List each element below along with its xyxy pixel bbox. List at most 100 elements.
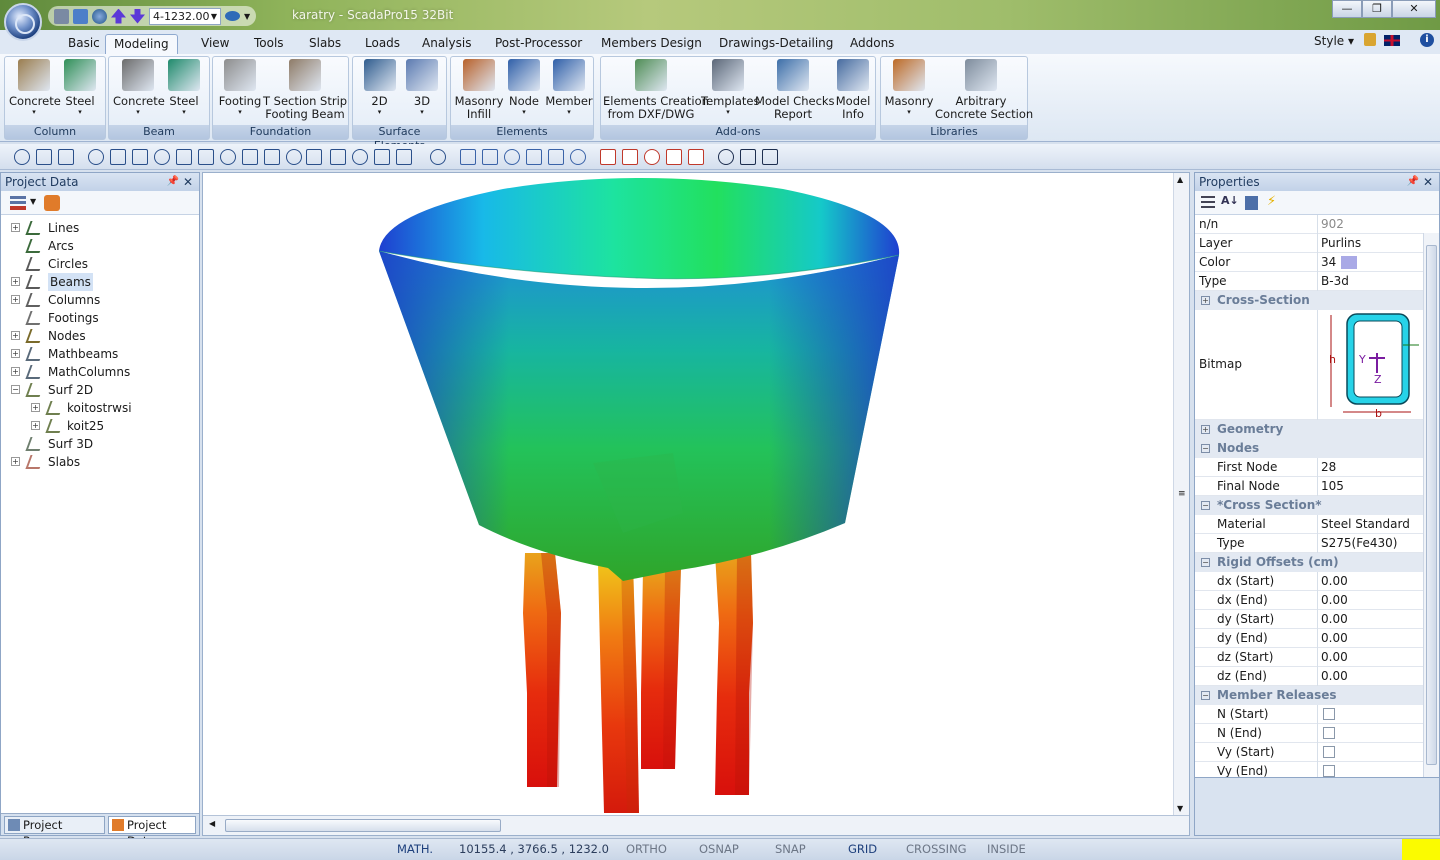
property-row-dx-end-[interactable]: dx (End) 0.00 xyxy=(1195,591,1423,610)
pencil-icon[interactable] xyxy=(430,149,446,165)
property-row-color[interactable]: Color 34 xyxy=(1195,253,1423,272)
status-toggle-grid[interactable]: GRID xyxy=(848,839,877,859)
circle-icon[interactable] xyxy=(110,149,126,165)
close-icon[interactable]: ✕ xyxy=(1423,173,1433,191)
status-toggle-osnap[interactable]: OSNAP xyxy=(699,839,739,859)
check-icon[interactable] xyxy=(600,149,616,165)
concrete-button[interactable]: Concrete ▾ xyxy=(113,59,165,116)
steel-button[interactable]: Steel ▾ xyxy=(59,59,101,116)
property-row-final-node[interactable]: Final Node 105 xyxy=(1195,477,1423,496)
polygon-icon[interactable] xyxy=(286,149,302,165)
property-row-material[interactable]: Material Steel Standard xyxy=(1195,515,1423,534)
polyline-icon[interactable] xyxy=(36,149,52,165)
expand-icon[interactable]: + xyxy=(11,331,20,340)
cancel-icon[interactable] xyxy=(762,149,778,165)
property-row-dz-end-[interactable]: dz (End) 0.00 xyxy=(1195,667,1423,686)
expand-icon[interactable]: + xyxy=(1201,425,1210,434)
t-section-strip-footing-beam-button[interactable]: T Section Strip Footing Beam xyxy=(263,59,347,121)
trim-icon[interactable] xyxy=(242,149,258,165)
tree-item-koitostrwsi[interactable]: + koitostrwsi xyxy=(1,399,197,417)
expand-icon[interactable]: + xyxy=(31,403,40,412)
model-checks-report-button[interactable]: Model Checks Report xyxy=(755,59,835,121)
property-pages-icon[interactable] xyxy=(1245,196,1258,210)
parallel-icon[interactable] xyxy=(220,149,236,165)
tab-drawings-detailing[interactable]: Drawings-Detailing xyxy=(711,34,841,54)
expand-icon[interactable]: + xyxy=(31,421,40,430)
close-icon[interactable]: ✕ xyxy=(183,173,193,191)
line-icon[interactable] xyxy=(14,149,30,165)
level-combo[interactable]: 4-1232.00 ▼ xyxy=(149,7,221,25)
expand-icon[interactable]: + xyxy=(11,457,20,466)
elements-creation-from-dxf-dwg-button[interactable]: Elements Creation from DXF/DWG xyxy=(603,59,709,121)
tree-item-mathbeams[interactable]: + Mathbeams xyxy=(1,345,197,363)
minimize-button[interactable]: — xyxy=(1332,0,1362,18)
collapse-icon[interactable]: − xyxy=(1201,444,1210,453)
status-toggle-inside[interactable]: INSIDE xyxy=(987,839,1026,859)
property-value[interactable]: 0.00 xyxy=(1321,591,1348,609)
tab-basic[interactable]: Basic xyxy=(60,34,108,54)
zoom-in-icon[interactable] xyxy=(482,149,498,165)
extend-icon[interactable] xyxy=(264,149,280,165)
expand-icon[interactable]: + xyxy=(11,367,20,376)
category-geometry[interactable]: + Geometry xyxy=(1195,420,1423,439)
target-icon[interactable] xyxy=(132,149,148,165)
property-value[interactable]: 28 xyxy=(1321,458,1336,476)
tree-item-footings[interactable]: Footings xyxy=(1,309,197,327)
tab-loads[interactable]: Loads xyxy=(357,34,408,54)
expand-icon[interactable]: + xyxy=(1201,296,1210,305)
expand-icon[interactable]: + xyxy=(11,223,20,232)
category--cross-section-[interactable]: − *Cross Section* xyxy=(1195,496,1423,515)
property-value[interactable]: 902 xyxy=(1321,215,1344,233)
abs-icon[interactable] xyxy=(306,149,322,165)
vertical-scrollbar[interactable]: ▲ ≡ ▼ xyxy=(1173,173,1189,815)
rel-icon[interactable] xyxy=(330,149,346,165)
property-value[interactable]: B-3d xyxy=(1321,272,1349,290)
tab-project-data[interactable]: Project Data xyxy=(108,816,196,848)
node-button[interactable]: Node ▾ xyxy=(505,59,543,116)
2d-button[interactable]: 2D ▾ xyxy=(357,59,402,116)
style-menu[interactable]: Style ▾ xyxy=(1314,34,1354,48)
expand-icon[interactable]: + xyxy=(11,349,20,358)
info-icon[interactable]: i xyxy=(1420,33,1434,47)
property-row-dy-start-[interactable]: dy (Start) 0.00 xyxy=(1195,610,1423,629)
zoom-plus-icon[interactable] xyxy=(526,149,542,165)
category-rigid-offsets-cm-[interactable]: − Rigid Offsets (cm) xyxy=(1195,553,1423,572)
tab-analysis[interactable]: Analysis xyxy=(414,34,479,54)
member-button[interactable]: Member ▾ xyxy=(545,59,593,116)
collapse-icon[interactable]: − xyxy=(1201,501,1210,510)
property-value[interactable]: 105 xyxy=(1321,477,1344,495)
checkbox-icon[interactable] xyxy=(644,149,660,165)
delete-line-icon[interactable] xyxy=(374,149,390,165)
tree-item-mathcolumns[interactable]: + MathColumns xyxy=(1,363,197,381)
zoom-out-icon[interactable] xyxy=(548,149,564,165)
category-nodes[interactable]: − Nodes xyxy=(1195,439,1423,458)
concrete-button[interactable]: Concrete ▾ xyxy=(9,59,61,116)
refresh-icon[interactable] xyxy=(44,195,60,211)
release-checkbox[interactable] xyxy=(1323,746,1335,758)
zoom-window-icon[interactable] xyxy=(460,149,476,165)
grid-icon[interactable] xyxy=(688,149,704,165)
property-row-first-node[interactable]: First Node 28 xyxy=(1195,458,1423,477)
tab-addons[interactable]: Addons xyxy=(842,34,902,54)
arc-icon[interactable] xyxy=(58,149,74,165)
arbitrary-concrete-section-button[interactable]: Arbitrary Concrete Section xyxy=(935,59,1033,121)
scroll-thumb[interactable] xyxy=(225,819,501,832)
offset-icon[interactable] xyxy=(198,149,214,165)
horizontal-scrollbar[interactable]: ◀ xyxy=(203,815,1189,835)
chevron-down-icon[interactable]: ▼ xyxy=(30,197,36,206)
property-row-dz-start-[interactable]: dz (Start) 0.00 xyxy=(1195,648,1423,667)
release-checkbox[interactable] xyxy=(1323,708,1335,720)
property-row-n-end-[interactable]: N (End) xyxy=(1195,724,1423,743)
close-button[interactable]: ✕ xyxy=(1392,0,1436,18)
events-icon[interactable]: ⚡ xyxy=(1267,194,1276,209)
status-toggle-ortho[interactable]: ORTHO xyxy=(626,839,667,859)
arrow-down-icon[interactable] xyxy=(130,8,145,24)
chevron-down-icon[interactable]: ▼ xyxy=(244,12,250,21)
property-value[interactable]: Steel Standard xyxy=(1321,515,1410,533)
property-value[interactable]: 34 xyxy=(1321,253,1336,271)
masonry-button[interactable]: Masonry ▾ xyxy=(883,59,935,116)
tab-modeling[interactable]: Modeling xyxy=(105,34,178,54)
perpendicular-icon[interactable] xyxy=(88,149,104,165)
property-row-vy-start-[interactable]: Vy (Start) xyxy=(1195,743,1423,762)
masonry-infill-button[interactable]: Masonry Infill xyxy=(453,59,505,121)
